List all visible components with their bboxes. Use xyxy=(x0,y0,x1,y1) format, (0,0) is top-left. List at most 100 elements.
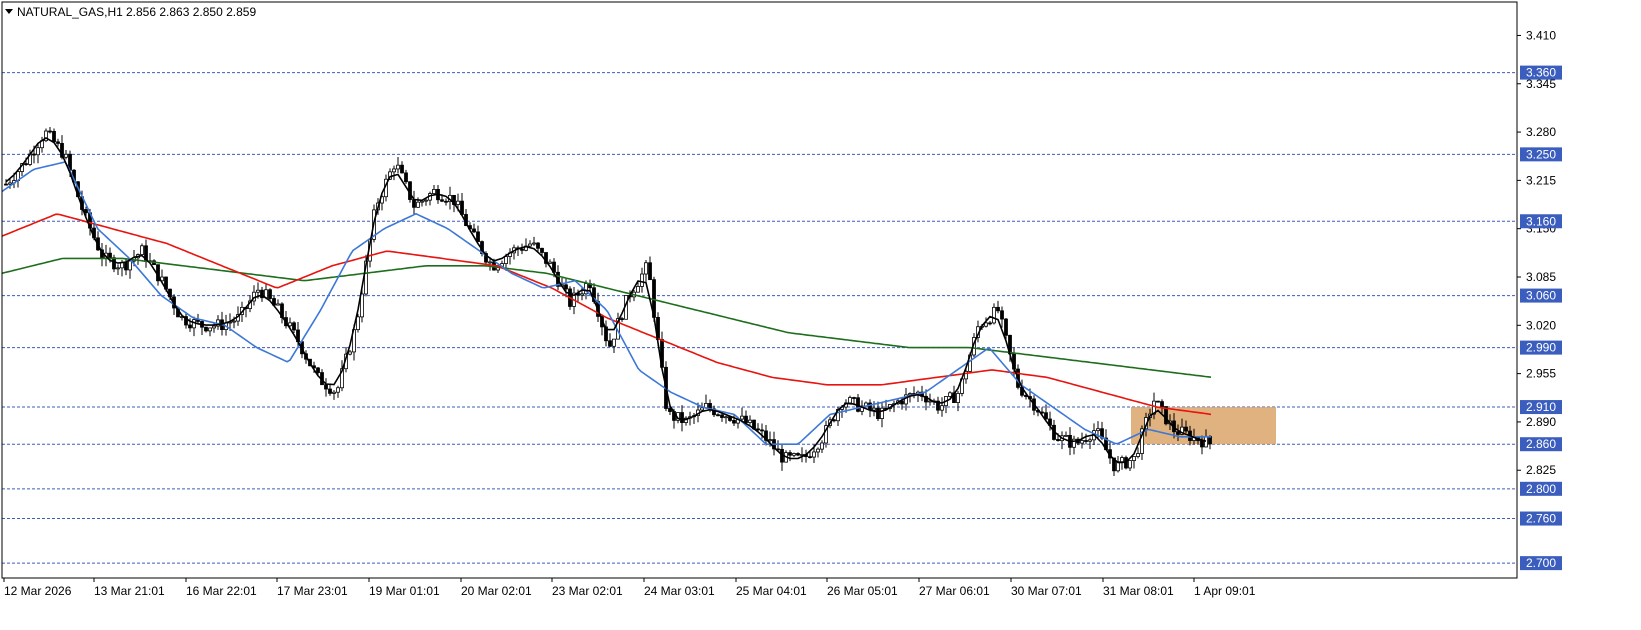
candle-body-151 xyxy=(608,340,612,347)
x-tick-label-2: 16 Mar 22:01 xyxy=(186,584,257,598)
x-tick-label-7: 24 Mar 03:01 xyxy=(644,584,715,598)
candle-body-132 xyxy=(532,242,536,245)
candle-body-191 xyxy=(768,439,772,441)
candle-body-293 xyxy=(1176,431,1180,435)
candle-body-231 xyxy=(928,400,932,403)
candle-body-98 xyxy=(396,164,400,170)
candle-body-15 xyxy=(64,153,68,158)
candle-body-201 xyxy=(808,456,812,459)
candle-body-52 xyxy=(212,325,216,329)
y-tick-label-5: 3.085 xyxy=(1526,270,1556,284)
candle-body-271 xyxy=(1088,439,1092,442)
candle-body-174 xyxy=(700,407,704,411)
candle-body-5 xyxy=(24,163,28,166)
candle-body-129 xyxy=(520,248,524,251)
candle-body-178 xyxy=(716,414,720,417)
candle-body-71 xyxy=(288,322,292,327)
candle-body-211 xyxy=(848,397,852,404)
candle-body-82 xyxy=(332,391,336,394)
candle-body-26 xyxy=(108,252,112,259)
x-tick-label-1: 13 Mar 21:01 xyxy=(94,584,165,598)
candle-body-46 xyxy=(188,324,192,329)
candle-body-28 xyxy=(116,267,120,270)
x-tick-label-12: 31 Mar 08:01 xyxy=(1103,584,1174,598)
candle-body-188 xyxy=(756,428,760,431)
candle-body-279 xyxy=(1120,457,1124,463)
candle-body-66 xyxy=(268,289,272,299)
candle-body-107 xyxy=(432,188,436,195)
price-chart[interactable]: 3.4103.3453.2803.2153.1503.0853.0202.955… xyxy=(0,0,1641,630)
x-tick-label-9: 26 Mar 05:01 xyxy=(827,584,898,598)
candle-body-184 xyxy=(740,415,744,420)
candle-body-247 xyxy=(992,306,996,324)
candle-body-140 xyxy=(564,284,568,290)
candle-body-249 xyxy=(1000,310,1004,320)
candle-body-80 xyxy=(324,384,328,390)
x-tick-label-13: 1 Apr 09:01 xyxy=(1194,584,1256,598)
candle-body-100 xyxy=(404,172,408,183)
candle-body-57 xyxy=(232,320,236,323)
candle-body-118 xyxy=(476,231,480,242)
level-label-2: 3.160 xyxy=(1526,214,1556,228)
candle-body-198 xyxy=(796,453,800,456)
y-tick-label-2: 3.280 xyxy=(1526,125,1556,139)
candle-body-182 xyxy=(732,420,736,424)
candle-body-125 xyxy=(504,256,508,265)
candle-body-180 xyxy=(724,416,728,419)
candle-body-197 xyxy=(792,453,796,456)
candle-body-281 xyxy=(1128,460,1132,469)
x-tick-label-0: 12 Mar 2026 xyxy=(4,584,72,598)
candle-body-250 xyxy=(1004,318,1008,336)
candle-body-299 xyxy=(1200,440,1204,448)
candle-body-134 xyxy=(540,247,544,253)
candle-body-99 xyxy=(400,164,404,174)
candle-body-117 xyxy=(472,228,476,233)
candle-body-68 xyxy=(276,303,280,306)
candle-body-159 xyxy=(640,273,644,287)
candle-body-189 xyxy=(760,429,764,432)
y-tick-label-3: 3.215 xyxy=(1526,173,1556,187)
chart-window[interactable]: 3.410 3.345 3.280 3.215 3.150 3.085 3.020 2.955… xyxy=(0,0,1641,630)
candle-body-186 xyxy=(748,419,752,423)
candle-body-289 xyxy=(1160,401,1164,407)
candle-body-212 xyxy=(852,397,856,399)
candle-body-12 xyxy=(52,131,56,143)
candle-body-202 xyxy=(812,451,816,458)
y-tick-label-0: 3.410 xyxy=(1526,28,1556,42)
candle-body-51 xyxy=(208,327,212,332)
candle-body-63 xyxy=(256,289,260,293)
candle-body-219 xyxy=(880,407,884,419)
candle-body-133 xyxy=(536,242,540,249)
y-tick-label-6: 3.020 xyxy=(1526,318,1556,332)
candle-body-179 xyxy=(720,414,724,418)
candle-body-20 xyxy=(84,209,88,214)
level-label-6: 2.860 xyxy=(1526,437,1556,451)
candle-body-226 xyxy=(908,393,912,396)
candle-body-109 xyxy=(440,199,444,202)
x-tick-label-4: 19 Mar 01:01 xyxy=(369,584,440,598)
candle-body-105 xyxy=(424,199,428,202)
candle-body-295 xyxy=(1184,426,1188,432)
candle-body-185 xyxy=(744,415,748,423)
candle-body-301 xyxy=(1208,436,1212,445)
candle-body-13 xyxy=(56,141,60,144)
candle-body-236 xyxy=(948,392,952,397)
candle-body-273 xyxy=(1096,428,1100,432)
level-label-3: 3.060 xyxy=(1526,289,1556,303)
y-tick-label-8: 2.890 xyxy=(1526,415,1556,429)
candle-body-0 xyxy=(4,183,8,186)
candle-body-102 xyxy=(412,199,416,208)
candle-body-169 xyxy=(680,412,684,423)
candle-body-88 xyxy=(356,316,360,331)
candle-body-11 xyxy=(48,130,52,133)
x-tick-label-3: 17 Mar 23:01 xyxy=(277,584,348,598)
chart-header: NATURAL_GAS,H1 2.856 2.863 2.850 2.859 xyxy=(5,5,256,19)
candle-body-248 xyxy=(996,306,1000,312)
candle-body-110 xyxy=(444,200,448,203)
candle-body-282 xyxy=(1132,456,1136,461)
candle-body-283 xyxy=(1136,453,1140,457)
candle-body-30 xyxy=(124,262,128,271)
candle-body-269 xyxy=(1080,440,1084,444)
candle-body-263 xyxy=(1056,439,1060,442)
candle-body-154 xyxy=(620,318,624,320)
